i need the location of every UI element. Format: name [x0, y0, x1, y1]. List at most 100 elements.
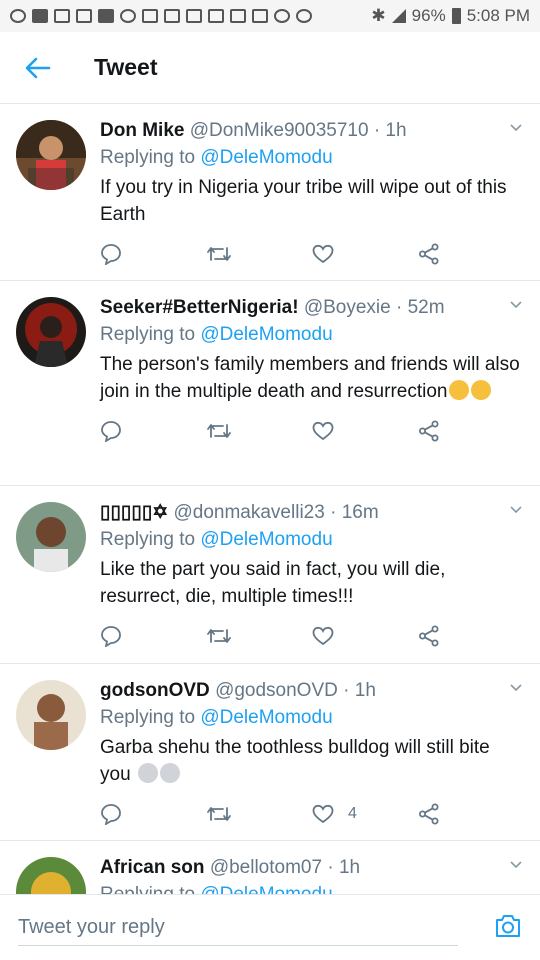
cat-emoji-icon [159, 763, 180, 783]
battery-icon [451, 8, 461, 24]
replying-prefix: Replying to [100, 147, 201, 168]
top-app-bar: Tweet [0, 32, 540, 104]
replying-handle[interactable]: @DeleMomodu [200, 324, 332, 345]
user-name[interactable]: ▯▯▯▯▯✡ [100, 502, 168, 523]
instagram-icon [274, 9, 290, 23]
cat-emoji-icon [137, 763, 158, 783]
replying-prefix: Replying to [100, 529, 201, 550]
chevron-down-icon[interactable] [510, 122, 522, 134]
reply-button[interactable] [100, 420, 206, 442]
system-status: ✱ 96% 5:08 PM [371, 6, 530, 26]
user-handle[interactable]: @godsonOVD [215, 680, 338, 701]
share-icon [419, 803, 439, 825]
mail-icon [142, 9, 158, 23]
retweet-button[interactable] [206, 626, 312, 646]
user-handle[interactable]: @Boyexie [304, 297, 391, 318]
tweet-item[interactable]: godsonOVD @godsonOVD · 1h Replying to @D… [0, 664, 540, 841]
retweet-icon [207, 807, 231, 821]
messenger-icon [120, 9, 136, 23]
replying-handle[interactable]: @DeleMomodu [200, 147, 332, 168]
replying-prefix: Replying to [100, 707, 201, 728]
share-button[interactable] [418, 420, 524, 442]
tweet-time: · 52m [396, 297, 445, 318]
tweet-text: Like the part you said in fact, you will… [100, 559, 446, 607]
tweet-time: · 16m [330, 502, 379, 523]
comment-icon [101, 626, 121, 647]
chevron-down-icon[interactable] [510, 682, 522, 694]
grinning-emoji-icon [471, 380, 492, 400]
text-icon [252, 9, 268, 23]
tweet-time: · 1h [343, 680, 376, 701]
tweet-item[interactable]: Seeker#BetterNigeria! @Boyexie · 52m Rep… [0, 281, 540, 486]
chevron-down-icon[interactable] [510, 859, 522, 871]
tweet-item[interactable]: ▯▯▯▯▯✡ @donmakavelli23 · 16m Replying to… [0, 486, 540, 664]
share-icon [419, 625, 439, 647]
tweet-item[interactable]: African son @bellotom07 · 1h Replying to… [0, 841, 540, 894]
like-button[interactable]: 4 [312, 804, 418, 824]
replying-handle[interactable]: @DeleMomodu [200, 707, 332, 728]
avatar[interactable] [16, 297, 86, 367]
user-handle[interactable]: @bellotom07 [210, 857, 322, 878]
tweet-item[interactable]: Don Mike @DonMike90035710 · 1h Replying … [0, 104, 540, 281]
retweet-icon [207, 424, 231, 438]
avatar-image [16, 502, 86, 572]
like-button[interactable] [312, 244, 418, 264]
replying-handle[interactable]: @DeleMomodu [200, 529, 332, 550]
reply-input[interactable] [18, 909, 458, 946]
like-button[interactable] [312, 421, 418, 441]
reply-button[interactable] [100, 803, 206, 825]
retweet-button[interactable] [206, 804, 312, 824]
heart-icon [312, 244, 334, 264]
retweet-button[interactable] [206, 421, 312, 441]
user-handle[interactable]: @donmakavelli23 [173, 502, 324, 523]
status-bar: ✱ 96% 5:08 PM [0, 0, 540, 32]
retweet-button[interactable] [206, 244, 312, 264]
share-button[interactable] [418, 243, 524, 265]
user-handle[interactable]: @DonMike90035710 [190, 120, 369, 141]
avatar[interactable] [16, 680, 86, 750]
user-name[interactable]: African son [100, 857, 205, 878]
comment-icon [101, 421, 121, 442]
avatar-image [16, 297, 86, 367]
replying-prefix: Replying to [100, 884, 200, 894]
arrow-left-icon [25, 57, 51, 78]
grinning-emoji-icon [449, 380, 470, 400]
avatar-image [16, 120, 86, 190]
news-icon [164, 9, 180, 23]
replying-to: Replying to @DeleMomodu [100, 321, 524, 349]
tweet-header: African son @bellotom07 · 1h [100, 855, 524, 881]
share-button[interactable] [418, 803, 524, 825]
page-title: Tweet [94, 54, 158, 80]
tweet-header: Seeker#BetterNigeria! @Boyexie · 52m [100, 295, 524, 321]
avatar[interactable] [16, 120, 86, 190]
heart-icon [312, 804, 334, 824]
camera-icon [496, 915, 520, 937]
replying-to: Replying to @DeleMomodu [100, 704, 524, 732]
chevron-down-icon[interactable] [510, 504, 522, 516]
camera-button[interactable] [494, 913, 522, 944]
share-button[interactable] [418, 625, 524, 647]
tweet-actions [100, 405, 524, 457]
replying-handle[interactable]: @DeleMomodu [200, 884, 332, 894]
retweet-icon [207, 247, 231, 261]
reply-composer [0, 894, 540, 960]
avatar[interactable] [16, 502, 86, 572]
app-icon [186, 9, 202, 23]
comment-icon [101, 244, 121, 265]
clock: 5:08 PM [466, 6, 530, 25]
user-name[interactable]: Don Mike [100, 120, 184, 141]
chevron-down-icon[interactable] [510, 299, 522, 311]
user-name[interactable]: Seeker#BetterNigeria! [100, 297, 299, 318]
like-button[interactable] [312, 626, 418, 646]
user-name[interactable]: godsonOVD [100, 680, 210, 701]
reply-button[interactable] [100, 625, 206, 647]
twitter-icon [208, 9, 224, 23]
chat-icon [98, 9, 114, 23]
avatar[interactable] [16, 857, 86, 894]
reply-button[interactable] [100, 243, 206, 265]
replies-list[interactable]: Don Mike @DonMike90035710 · 1h Replying … [0, 104, 540, 894]
back-button[interactable] [20, 50, 56, 86]
tweet-time: · 1h [373, 120, 407, 141]
share-icon [419, 420, 439, 442]
tweet-text: Garba shehu the toothless bulldog will s… [100, 737, 490, 785]
